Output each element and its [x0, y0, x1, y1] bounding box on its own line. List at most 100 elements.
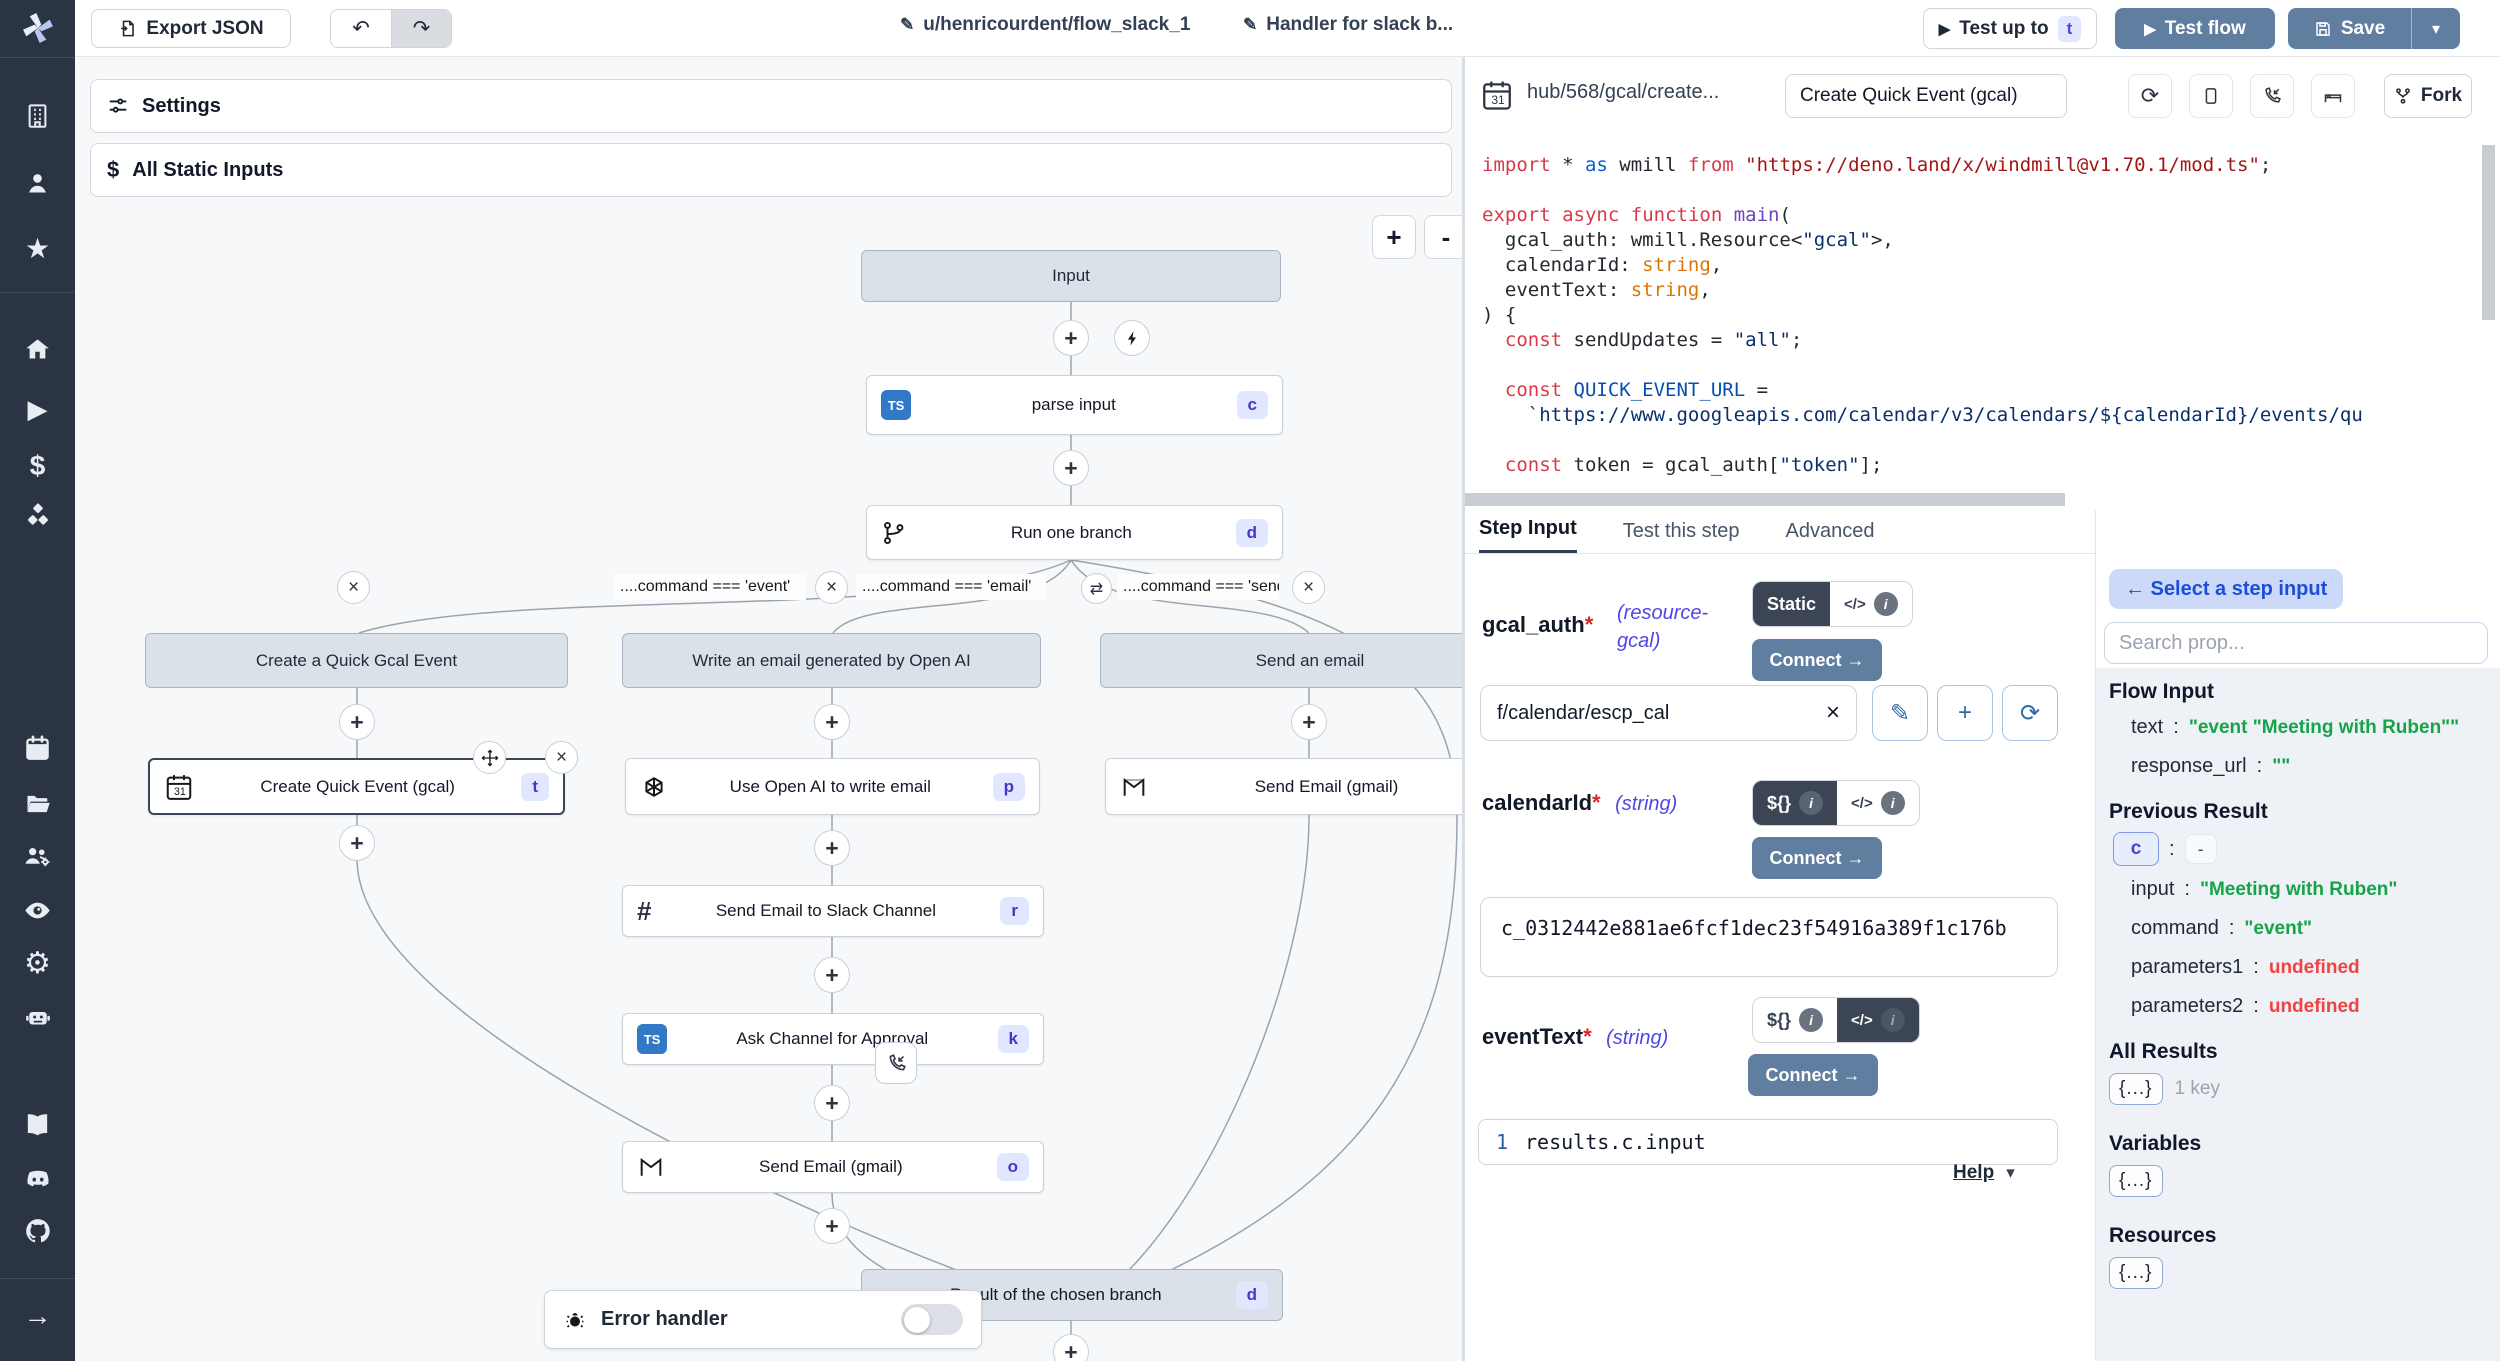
expand-sidebar-arrow-icon[interactable]: →: [0, 1300, 75, 1332]
info-icon[interactable]: i: [1874, 592, 1898, 616]
add-step-button[interactable]: +: [1291, 704, 1327, 740]
prop-row[interactable]: input:"Meeting with Ruben": [2109, 870, 2500, 909]
code-horizontal-scrollbar[interactable]: [1465, 493, 2065, 506]
delete-step-button[interactable]: ×: [545, 741, 578, 774]
search-prop-input[interactable]: [2104, 622, 2488, 664]
add-step-button[interactable]: +: [814, 1085, 850, 1121]
audit-eye-icon[interactable]: [0, 896, 75, 925]
resources-cubes-icon[interactable]: [0, 502, 75, 530]
github-icon[interactable]: [0, 1216, 75, 1246]
object-preview-chip[interactable]: {...}: [2109, 1257, 2163, 1289]
schedules-calendar-icon[interactable]: [0, 734, 75, 761]
step-name-input[interactable]: [1785, 74, 2067, 118]
collapsed-value-chip[interactable]: -: [2185, 834, 2217, 864]
code-editor[interactable]: import * as wmill from "https://deno.lan…: [1465, 132, 2480, 510]
branch-condition-event[interactable]: ....command === 'event': [614, 574, 806, 600]
static-template-segment[interactable]: ${}i: [1753, 998, 1837, 1042]
add-step-button[interactable]: +: [339, 825, 375, 861]
javascript-mode-segment[interactable]: </>i: [1837, 998, 1919, 1042]
add-resource-button[interactable]: +: [1937, 685, 1993, 741]
calendarid-connect-button[interactable]: Connect →: [1752, 837, 1882, 879]
refresh-resource-button[interactable]: ⟳: [2002, 685, 2058, 741]
sleep-button[interactable]: [2311, 74, 2355, 118]
discord-icon[interactable]: [0, 1164, 75, 1194]
tab-advanced[interactable]: Advanced: [1785, 520, 1874, 553]
remove-branch-button[interactable]: ×: [337, 571, 370, 604]
reload-script-button[interactable]: ⟳: [2128, 74, 2172, 118]
prop-row[interactable]: response_url:"": [2109, 747, 2500, 786]
branch-condition-send[interactable]: ....command === 'send': [1117, 574, 1279, 600]
tab-step-input[interactable]: Step Input: [1479, 517, 1577, 553]
suspend-approval-badge[interactable]: [875, 1042, 917, 1084]
save-button[interactable]: Save: [2288, 18, 2411, 40]
add-step-button[interactable]: +: [814, 1208, 850, 1244]
eventtext-connect-button[interactable]: Connect →: [1748, 1054, 1878, 1096]
workspace-icon[interactable]: [0, 102, 75, 129]
move-step-handle[interactable]: [473, 741, 506, 774]
error-handler-toggle[interactable]: [901, 1304, 963, 1335]
mobile-view-button[interactable]: [2189, 74, 2233, 118]
add-step-button[interactable]: +: [814, 704, 850, 740]
test-flow-button[interactable]: ▶ Test flow: [2115, 8, 2275, 49]
add-step-button[interactable]: +: [339, 704, 375, 740]
flow-node-input[interactable]: Input: [861, 250, 1281, 302]
flow-graph-canvas[interactable]: Settings $ All Static Inputs + -: [75, 57, 1462, 1361]
help-link[interactable]: Help ▾: [1953, 1162, 2015, 1184]
calendarid-value-input[interactable]: c_0312442e881ae6fcf1dec23f54916a389f1c17…: [1480, 897, 2058, 977]
flow-node-send-email-top[interactable]: Send Email (gmail): [1105, 758, 1462, 815]
redo-button[interactable]: ↷: [391, 10, 451, 47]
variables-dollar-icon[interactable]: $: [0, 450, 75, 482]
select-step-input-button[interactable]: ← Select a step input: [2109, 569, 2343, 609]
panel-resize-divider[interactable]: [1462, 57, 1465, 1361]
add-step-button[interactable]: +: [1053, 450, 1089, 486]
prop-row[interactable]: parameters2:undefined: [2109, 987, 2500, 1026]
prop-row[interactable]: parameters1:undefined: [2109, 948, 2500, 987]
add-step-button[interactable]: +: [814, 957, 850, 993]
eventtext-expr-editor[interactable]: 1 results.c.input: [1478, 1119, 2058, 1165]
user-icon[interactable]: [0, 170, 75, 197]
add-step-button[interactable]: +: [814, 830, 850, 866]
folders-icon[interactable]: [0, 790, 75, 818]
flow-node-ask-approval[interactable]: TS Ask Channel for Approval k: [622, 1013, 1044, 1065]
gcal-auth-resource-input[interactable]: f/calendar/escp_cal ×: [1480, 685, 1857, 741]
export-json-button[interactable]: Export JSON: [91, 9, 291, 48]
fork-button[interactable]: Fork: [2384, 74, 2472, 118]
flow-path-breadcrumb[interactable]: ✎ u/henricourdent/flow_slack_1: [900, 14, 1190, 36]
object-preview-chip[interactable]: {...}: [2109, 1073, 2163, 1105]
test-up-to-button[interactable]: ▶ Test up to t: [1923, 8, 2097, 49]
info-icon[interactable]: i: [1799, 791, 1823, 815]
gcal-auth-connect-button[interactable]: Connect →: [1752, 639, 1882, 681]
info-icon[interactable]: i: [1881, 1008, 1905, 1032]
static-mode-segment[interactable]: Static: [1753, 582, 1830, 626]
groups-users-gear-icon[interactable]: [0, 842, 75, 871]
windmill-logo-icon[interactable]: [0, 8, 75, 48]
flow-node-run-one-branch[interactable]: Run one branch d: [866, 505, 1283, 560]
info-icon[interactable]: i: [1799, 1008, 1823, 1032]
swap-branches-button[interactable]: ⇄: [1081, 573, 1112, 604]
save-dropdown-button[interactable]: ▾: [2411, 8, 2460, 49]
javascript-mode-segment[interactable]: </>i: [1837, 781, 1919, 825]
static-template-segment[interactable]: ${}i: [1753, 781, 1837, 825]
branch-condition-email[interactable]: ....command === 'email': [856, 574, 1046, 600]
settings-gear-icon[interactable]: ⚙: [0, 946, 75, 981]
code-vertical-scrollbar[interactable]: [2482, 145, 2495, 320]
suspend-button[interactable]: [2250, 74, 2294, 118]
step-id-chip[interactable]: c: [2113, 832, 2159, 866]
runs-play-icon[interactable]: ▶: [0, 394, 75, 425]
error-handler-card[interactable]: Error handler: [544, 1290, 982, 1349]
prop-row[interactable]: text:"event "Meeting with Ruben"": [2109, 708, 2500, 747]
script-hub-path[interactable]: hub/568/gcal/create...: [1527, 81, 1719, 104]
branch-header-gcal[interactable]: Create a Quick Gcal Event: [145, 633, 568, 688]
info-icon[interactable]: i: [1881, 791, 1905, 815]
undo-button[interactable]: ↶: [331, 10, 391, 47]
ai-robot-icon[interactable]: [0, 1002, 75, 1032]
home-icon[interactable]: [0, 336, 75, 363]
javascript-mode-segment[interactable]: </>i: [1830, 582, 1912, 626]
favorites-star-icon[interactable]: ★: [0, 232, 75, 265]
branch-header-openai[interactable]: Write an email generated by Open AI: [622, 633, 1041, 688]
clear-resource-icon[interactable]: ×: [1826, 699, 1840, 727]
remove-branch-button[interactable]: ×: [815, 571, 848, 604]
docs-book-icon[interactable]: [0, 1110, 75, 1139]
object-preview-chip[interactable]: {...}: [2109, 1165, 2163, 1197]
prop-row[interactable]: command:"event": [2109, 909, 2500, 948]
